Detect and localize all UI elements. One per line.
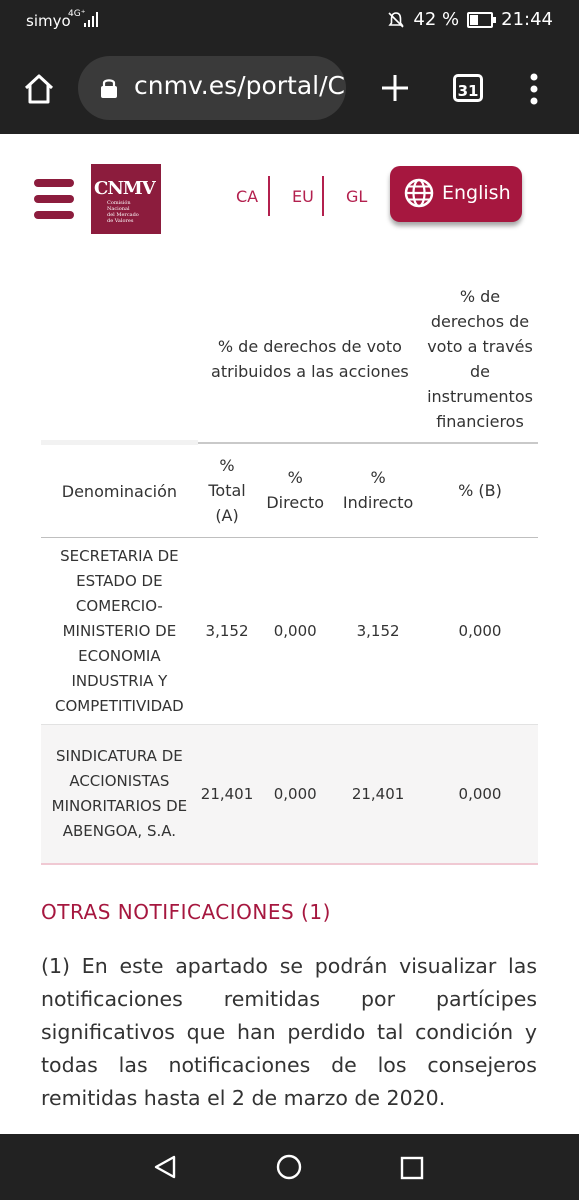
group-header-instruments: % de derechos de voto a través de instru…: [422, 276, 538, 444]
signal-icon: [84, 12, 98, 27]
english-label: English: [442, 182, 511, 204]
otras-notificaciones-heading: OTRAS NOTIFICACIONES (1): [41, 900, 331, 924]
column-header-directo: % Directo: [256, 442, 335, 538]
back-icon[interactable]: [152, 1154, 178, 1180]
table-row: SINDICATURA DE ACCIONISTAS MINORITARIOS …: [41, 724, 538, 865]
site-header: CNMV Comisión Nacional del Mercado de Va…: [0, 134, 579, 273]
home-icon[interactable]: [22, 72, 56, 106]
home-circle-icon[interactable]: [276, 1154, 302, 1180]
total-value: 21,401: [197, 724, 257, 865]
network-type: 4G⁺: [68, 9, 86, 19]
battery-percent: 42 %: [413, 9, 460, 30]
mute-bell-icon: [388, 11, 404, 28]
url-text: cnmv.es/portal/C: [134, 71, 345, 100]
b-value: 0,000: [422, 537, 538, 725]
lock-icon: [101, 79, 117, 98]
column-header-total: % Total (A): [197, 442, 257, 538]
voting-rights-table: % de derechos de voto atribuidos a las a…: [41, 276, 538, 865]
status-bar: simyo 4G⁺ 42 % 21:44: [0, 0, 579, 44]
browser-toolbar: cnmv.es/portal/C 31: [0, 44, 579, 134]
clock: 21:44: [501, 9, 553, 30]
directo-value: 0,000: [256, 537, 335, 725]
divider: [268, 176, 270, 216]
cnmv-logo[interactable]: CNMV Comisión Nacional del Mercado de Va…: [91, 164, 161, 234]
lang-eu-link[interactable]: EU: [292, 187, 314, 206]
divider: [322, 176, 324, 216]
directo-value: 0,000: [256, 724, 335, 865]
lang-ca-link[interactable]: CA: [236, 187, 258, 206]
battery-icon: [467, 11, 497, 28]
new-tab-icon[interactable]: [378, 71, 412, 105]
table-row: SECRETARIA DE ESTADO DE COMERCIO-MINISTE…: [41, 537, 538, 725]
blank-header-cell: [41, 276, 198, 445]
column-header-b: % (B): [422, 442, 538, 538]
column-header-denominacion: Denominación: [41, 442, 198, 538]
lang-gl-link[interactable]: GL: [346, 187, 367, 206]
main-content[interactable]: % de derechos de voto atribuidos a las a…: [0, 272, 579, 1134]
total-value: 3,152: [197, 537, 257, 725]
tab-switcher-button[interactable]: 31: [453, 74, 483, 102]
globe-icon: [404, 178, 434, 208]
holder-name: SINDICATURA DE ACCIONISTAS MINORITARIOS …: [41, 724, 198, 865]
carrier-name: simyo: [26, 12, 71, 30]
address-bar[interactable]: cnmv.es/portal/C: [78, 56, 346, 120]
b-value: 0,000: [422, 724, 538, 865]
indirecto-value: 21,401: [334, 724, 423, 865]
logo-subtext: Comisión Nacional del Mercado de Valores: [107, 200, 139, 224]
logo-text: CNMV: [94, 178, 156, 199]
column-header-indirecto: % Indirecto: [334, 442, 423, 538]
english-button[interactable]: English: [390, 166, 522, 222]
system-nav-bar: [0, 1134, 579, 1200]
holder-name: SECRETARIA DE ESTADO DE COMERCIO-MINISTE…: [41, 537, 198, 725]
otras-notificaciones-note: (1) En este apartado se podrán visualiza…: [41, 954, 537, 1110]
group-header-shares: % de derechos de voto atribuidos a las a…: [197, 276, 423, 444]
more-options-icon[interactable]: [528, 72, 540, 106]
recent-apps-icon[interactable]: [400, 1156, 424, 1180]
indirecto-value: 3,152: [334, 537, 423, 725]
menu-icon[interactable]: [34, 179, 74, 219]
